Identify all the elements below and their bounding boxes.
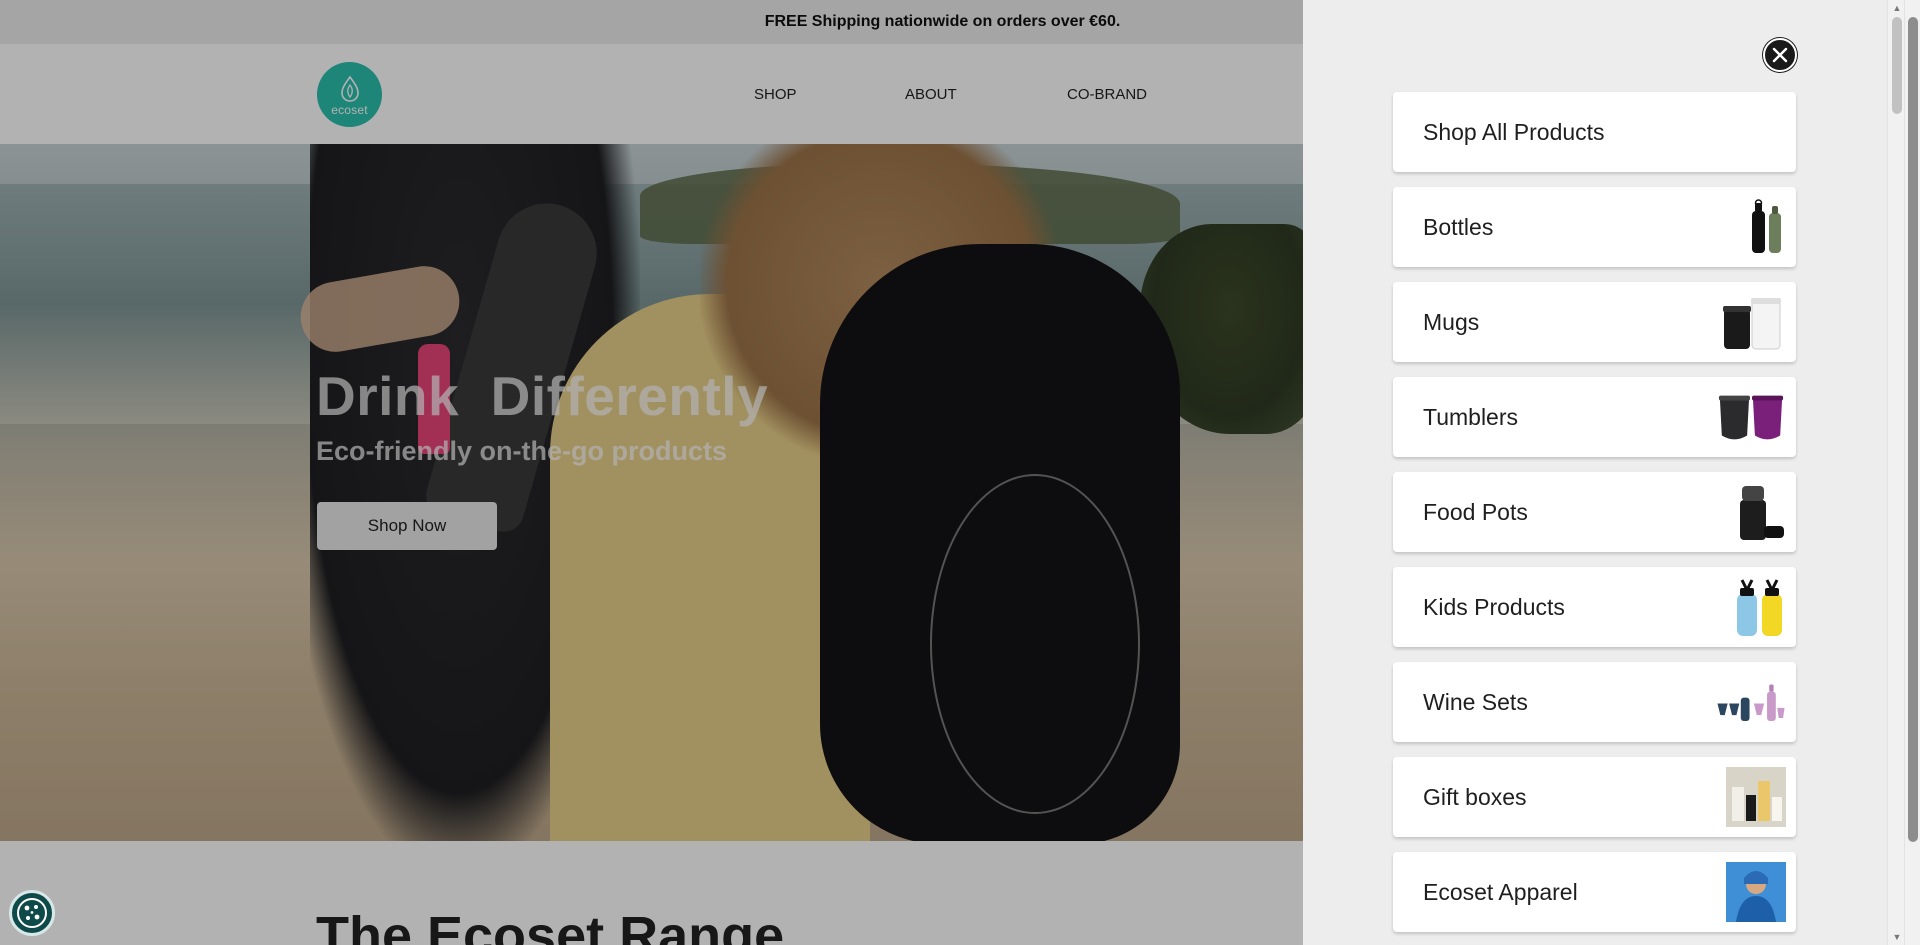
menu-item-label: Food Pots (1423, 498, 1528, 525)
menu-item-wine-sets[interactable]: Wine Sets (1393, 662, 1796, 742)
drawer-scroll-thumb[interactable] (1892, 17, 1902, 114)
bottles-thumbnail (1716, 195, 1786, 259)
apparel-thumbnail (1716, 860, 1786, 924)
scroll-up-icon[interactable]: ▲ (1891, 2, 1903, 14)
menu-item-label: Gift boxes (1423, 783, 1527, 810)
menu-item-label: Shop All Products (1423, 118, 1605, 145)
food-pots-thumbnail (1716, 480, 1786, 544)
menu-item-kids-products[interactable]: Kids Products (1393, 567, 1796, 647)
menu-item-label: Ecoset Apparel (1423, 878, 1578, 905)
cookie-icon (17, 898, 47, 928)
close-icon (1772, 47, 1788, 63)
mugs-thumbnail (1716, 290, 1786, 354)
cookie-settings-button[interactable] (9, 890, 55, 936)
menu-item-bottles[interactable]: Bottles (1393, 187, 1796, 267)
close-drawer-button[interactable] (1763, 38, 1797, 72)
page-scrollbar[interactable] (1904, 0, 1920, 945)
menu-item-shop-all[interactable]: Shop All Products (1393, 92, 1796, 172)
menu-item-food-pots[interactable]: Food Pots (1393, 472, 1796, 552)
shop-menu-drawer: Shop All Products Bottles Mugs Tumblers … (1303, 0, 1887, 945)
menu-item-tumblers[interactable]: Tumblers (1393, 377, 1796, 457)
gift-thumbnail (1716, 765, 1786, 829)
menu-item-label: Wine Sets (1423, 688, 1528, 715)
menu-item-apparel[interactable]: Ecoset Apparel (1393, 852, 1796, 932)
menu-item-label: Bottles (1423, 213, 1494, 240)
wine-thumbnail (1716, 670, 1786, 734)
tumblers-thumbnail (1716, 385, 1786, 449)
scroll-down-icon[interactable]: ▼ (1891, 931, 1903, 943)
kids-thumbnail (1716, 575, 1786, 639)
menu-item-mugs[interactable]: Mugs (1393, 282, 1796, 362)
menu-item-gift-boxes[interactable]: Gift boxes (1393, 757, 1796, 837)
menu-item-label: Mugs (1423, 308, 1480, 335)
scrollbar: ▲ ▼ (1887, 0, 1920, 945)
drawer-scrollbar[interactable]: ▲ ▼ (1887, 0, 1904, 945)
page-dim-overlay[interactable] (0, 0, 1303, 945)
menu-item-label: Kids Products (1423, 593, 1565, 620)
page-scroll-thumb[interactable] (1908, 17, 1918, 842)
menu-item-label: Tumblers (1423, 403, 1518, 430)
